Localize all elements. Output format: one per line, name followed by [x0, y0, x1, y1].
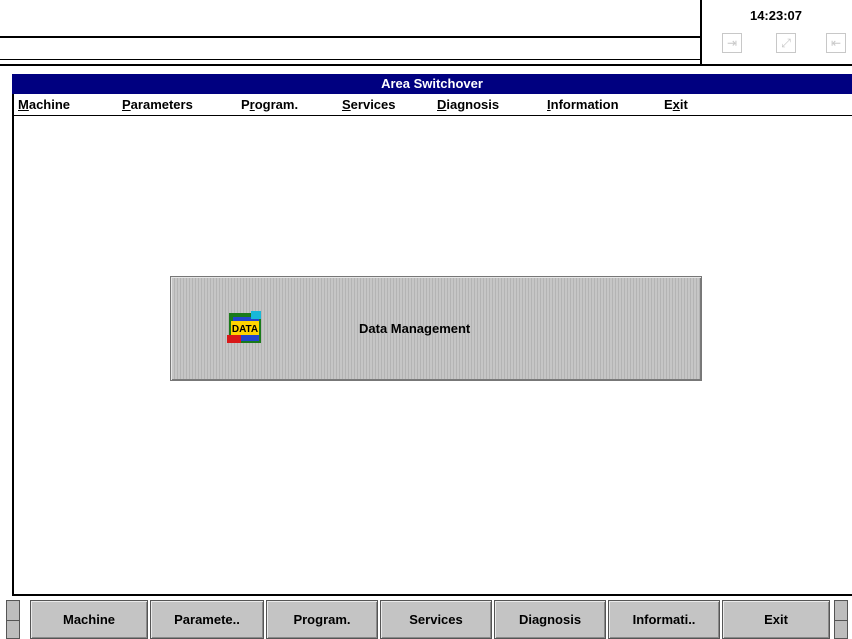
softkey-parameters[interactable]: Paramete..	[150, 600, 264, 639]
menu-bar: Machine Parameters Program. Services Dia…	[12, 94, 852, 116]
softkey-right-edge[interactable]	[834, 600, 848, 639]
status-line-1	[0, 0, 700, 38]
window-title: Area Switchover	[12, 74, 852, 94]
menu-diagnosis[interactable]: Diagnosis	[437, 97, 499, 112]
softkey-diagnosis[interactable]: Diagnosis	[494, 600, 606, 639]
status-line-2	[0, 38, 700, 60]
menu-parameters[interactable]: Parameters	[122, 97, 193, 112]
data-management-label: Data Management	[359, 321, 471, 336]
softkey-services[interactable]: Services	[380, 600, 492, 639]
softkey-program[interactable]: Program.	[266, 600, 378, 639]
client-left-border	[12, 94, 14, 596]
enter-icon: ⇥	[722, 33, 742, 53]
svg-text:DATA: DATA	[232, 324, 258, 335]
client-bottom-border	[12, 594, 852, 596]
data-management-button[interactable]: DATA Data Management	[170, 276, 702, 381]
menu-information[interactable]: Information	[547, 97, 619, 112]
menu-program[interactable]: Program.	[241, 97, 298, 112]
top-divider	[0, 64, 852, 66]
clock: 14:23:07	[749, 8, 803, 23]
data-icon: DATA	[227, 311, 261, 343]
status-area	[0, 0, 700, 60]
menu-machine[interactable]: Machine	[18, 97, 70, 112]
menu-exit[interactable]: Exit	[664, 97, 688, 112]
status-divider	[700, 0, 702, 64]
softkey-machine[interactable]: Machine	[30, 600, 148, 639]
exit-door-icon: ⇤	[826, 33, 846, 53]
softkey-left-edge[interactable]	[6, 600, 20, 639]
menu-services[interactable]: Services	[342, 97, 396, 112]
softkey-bar: Machine Paramete.. Program. Services Dia…	[0, 600, 852, 639]
softkey-exit[interactable]: Exit	[722, 600, 830, 639]
zoom-icon: ⤢	[776, 33, 796, 53]
softkey-information[interactable]: Informati..	[608, 600, 720, 639]
